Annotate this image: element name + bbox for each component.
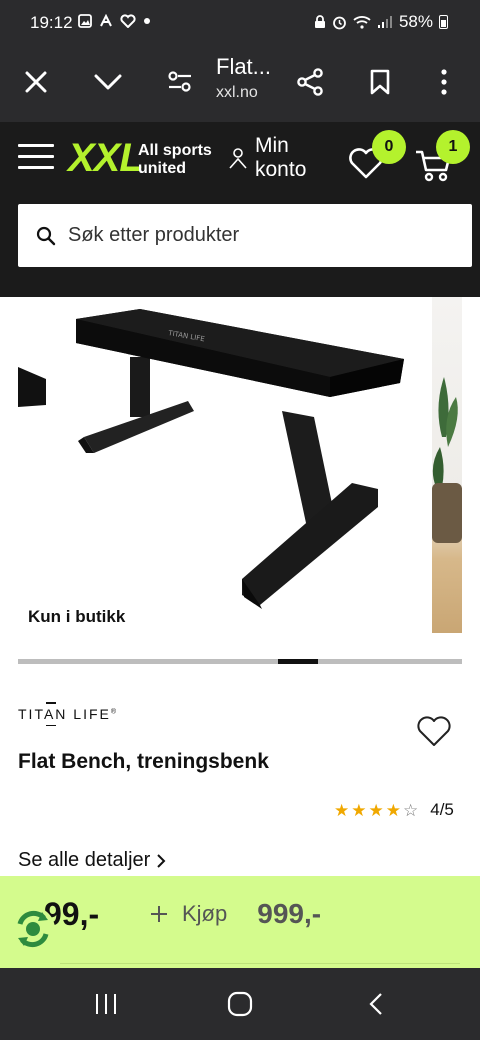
user-icon: [229, 148, 247, 169]
menu-bar-icon: [18, 155, 54, 158]
flat-bench-image: TITAN LIFE: [18, 309, 404, 609]
signal-icon: [377, 16, 392, 28]
heart-notification-icon: [120, 14, 136, 28]
tagline-line2: united: [138, 160, 186, 177]
see-all-details-link[interactable]: Se alle detaljer: [18, 849, 166, 872]
account-button[interactable]: Min konto: [229, 134, 306, 182]
close-icon: [25, 71, 47, 93]
account-label: Min konto: [255, 134, 306, 182]
star-full-icon: ★: [351, 800, 367, 820]
gallery-progress-indicator: [278, 659, 318, 664]
star-full-icon: ★: [334, 800, 350, 820]
search-icon: [36, 226, 56, 245]
plus-icon: [151, 906, 167, 922]
recent-apps-button[interactable]: [86, 988, 126, 1020]
heart-outline-icon: [417, 716, 451, 746]
add-to-wishlist-button[interactable]: [416, 716, 454, 750]
menu-button[interactable]: [18, 144, 54, 174]
battery-percent: 58%: [398, 12, 433, 31]
star-full-icon: ★: [385, 800, 401, 820]
close-tab-button[interactable]: [16, 62, 56, 102]
search-input[interactable]: [68, 224, 428, 247]
account-line1: Min: [255, 134, 289, 157]
page-url: xxl.no: [216, 84, 258, 101]
brand-logo-bar-bottom: [46, 724, 56, 726]
wishlist-button[interactable]: 0: [348, 130, 406, 182]
dot-icon: [144, 18, 150, 24]
search-bar[interactable]: [18, 204, 472, 267]
menu-bar-icon: [18, 144, 54, 147]
product-gallery[interactable]: TITAN LIFE Kun i butikk: [0, 297, 480, 669]
page-title: Flat...: [216, 54, 272, 79]
bookmark-icon: [370, 69, 390, 95]
more-options-button[interactable]: [424, 62, 464, 102]
star-empty-icon: ☆: [403, 800, 419, 820]
xxl-logo[interactable]: XXL: [68, 136, 144, 181]
more-vertical-icon: [441, 69, 447, 95]
sticky-buy-bar: 99,- Kjøp 999,-: [0, 876, 480, 968]
floating-assistant-button[interactable]: [8, 904, 58, 954]
buy-price: 999,-: [257, 898, 322, 929]
site-settings-button[interactable]: [160, 62, 200, 102]
buy-button[interactable]: Kjøp 999,-: [150, 898, 321, 930]
minimize-button[interactable]: [88, 62, 128, 102]
share-icon: [297, 68, 323, 96]
cart-count-badge: 1: [436, 130, 470, 164]
rating-score: 4/5: [430, 800, 454, 819]
brand-logo-bar-top: [46, 702, 56, 704]
availability-badge: Kun i butikk: [28, 607, 126, 626]
alarm-icon: [333, 16, 346, 29]
cart-button[interactable]: 1: [414, 130, 470, 182]
details-link-label: Se alle detaljer: [18, 849, 151, 871]
status-time: 19:12: [30, 13, 73, 32]
buy-label: Kjøp: [182, 901, 228, 926]
wifi-icon: [353, 16, 371, 29]
account-line2: konto: [255, 158, 307, 181]
share-button[interactable]: [290, 62, 330, 102]
buy-bar-divider: [60, 963, 460, 964]
bookmark-button[interactable]: [360, 62, 400, 102]
plant-icon: [432, 377, 462, 543]
notification-icons: [78, 14, 151, 28]
back-icon: [369, 993, 382, 1015]
recents-icon: [96, 994, 116, 1014]
product-rating[interactable]: ★ ★ ★ ★ ☆ 4/5: [334, 800, 454, 820]
app-notification-icon: [100, 14, 112, 27]
star-full-icon: ★: [368, 800, 384, 820]
chevron-right-icon: [157, 853, 166, 868]
lock-icon: [314, 15, 325, 28]
brand-logo[interactable]: TITAN LIFE®: [18, 702, 118, 726]
wishlist-count-badge: 0: [372, 130, 406, 164]
home-icon: [227, 991, 253, 1017]
back-button[interactable]: [356, 988, 396, 1020]
tagline: All sports united: [138, 142, 212, 178]
system-icons: 58%: [314, 12, 448, 32]
home-button[interactable]: [220, 988, 260, 1020]
battery-icon: [439, 15, 448, 29]
page-title-block[interactable]: Flat... xxl.no: [216, 54, 271, 102]
chevron-down-icon: [94, 74, 122, 90]
gallery-icon: [78, 14, 92, 28]
tagline-line1: All sports: [138, 142, 212, 159]
brand-name: TITAN LIFE: [18, 706, 111, 722]
browser-toolbar: Flat... xxl.no: [0, 46, 480, 122]
product-title: Flat Bench, treningsbenk: [18, 750, 269, 773]
gallery-progress: [18, 659, 462, 664]
tune-icon: [168, 71, 191, 92]
menu-bar-icon: [18, 166, 54, 169]
status-bar: 19:12 58%: [0, 0, 480, 46]
recycle-icon: [11, 907, 55, 951]
next-image-preview[interactable]: [432, 297, 462, 633]
system-navigation-bar: [0, 968, 480, 1040]
